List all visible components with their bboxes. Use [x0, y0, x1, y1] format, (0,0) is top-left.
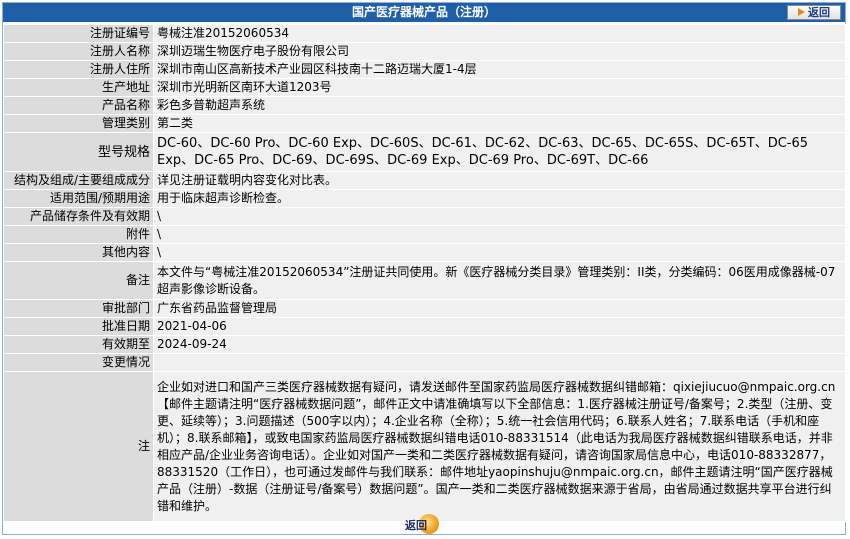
row-prod-address: 生产地址 深圳市光明新区南环大道1203号 — [3, 78, 846, 97]
back-button-bottom[interactable]: 返回 — [399, 514, 439, 534]
field-value: 用于临床超声诊断检查。 — [153, 189, 846, 208]
row-storage: 产品储存条件及有效期 \ — [3, 207, 846, 226]
field-label: 有效期至 — [3, 335, 154, 354]
row-registrant: 注册人名称 深圳迈瑞生物医疗电子股份有限公司 — [3, 42, 846, 61]
back-button-top-label: 返回 — [808, 6, 830, 19]
row-product-name: 产品名称 彩色多普勒超声系统 — [3, 96, 846, 115]
field-label: 附件 — [3, 225, 154, 244]
field-value: 第二类 — [153, 114, 846, 133]
field-label: 注册人住所 — [3, 60, 154, 79]
field-value: 2024-09-24 — [153, 335, 846, 354]
field-label: 注册证编号 — [3, 24, 154, 43]
row-note: 注 企业如对进口和国产三类医疗器械数据有疑问，请发送邮件至国家药监局医疗器械数据… — [3, 371, 846, 522]
field-label: 管理类别 — [3, 114, 154, 133]
back-button-bottom-label: 返回 — [405, 519, 427, 532]
field-value: 深圳迈瑞生物医疗电子股份有限公司 — [153, 42, 846, 61]
row-remarks: 备注 本文件与“粤械注准20152060534”注册证共同使用。新《医疗器械分类… — [3, 261, 846, 300]
field-label: 型号规格 — [3, 132, 154, 172]
field-label: 注册人名称 — [3, 42, 154, 61]
field-value: \ — [153, 225, 846, 244]
field-value: 深圳市光明新区南环大道1203号 — [153, 78, 846, 97]
field-label: 审批部门 — [3, 299, 154, 318]
field-label: 注 — [3, 371, 154, 522]
field-label: 生产地址 — [3, 78, 154, 97]
row-reg-address: 注册人住所 深圳市南山区高新技术产业园区科技南十二路迈瑞大厦1-4层 — [3, 60, 846, 79]
row-attachment: 附件 \ — [3, 225, 846, 244]
row-structure: 结构及组成/主要组成成分 详见注册证载明内容变化对比表。 — [3, 171, 846, 190]
field-label: 备注 — [3, 261, 154, 300]
field-value: 详见注册证载明内容变化对比表。 — [153, 171, 846, 190]
field-label: 适用范围/预期用途 — [3, 189, 154, 208]
field-value: \ — [153, 243, 846, 262]
row-approval-dept: 审批部门 广东省药品监督管理局 — [3, 299, 846, 318]
title-bar: 国产医疗器械产品（注册） 返回 — [3, 3, 845, 22]
field-label: 结构及组成/主要组成成分 — [3, 171, 154, 190]
arrow-right-icon — [798, 8, 805, 16]
field-value: 粤械注准20152060534 — [153, 24, 846, 43]
row-scope: 适用范围/预期用途 用于临床超声诊断检查。 — [3, 189, 846, 208]
field-label: 批准日期 — [3, 317, 154, 336]
field-value: \ — [153, 207, 846, 226]
field-value: DC-60、DC-60 Pro、DC-60 Exp、DC-60S、DC-61、D… — [153, 132, 846, 172]
row-reg-no: 注册证编号 粤械注准20152060534 — [3, 24, 846, 43]
field-label: 产品名称 — [3, 96, 154, 115]
field-value: 2021-04-06 — [153, 317, 846, 336]
row-approval-date: 批准日期 2021-04-06 — [3, 317, 846, 336]
note-text: 企业如对进口和国产三类医疗器械数据有疑问，请发送邮件至国家药监局医疗器械数据纠错… — [153, 371, 846, 522]
field-value: 深圳市南山区高新技术产业园区科技南十二路迈瑞大厦1-4层 — [153, 60, 846, 79]
info-table: 注册证编号 粤械注准20152060534 注册人名称 深圳迈瑞生物医疗电子股份… — [3, 24, 846, 522]
field-label: 变更情况 — [3, 353, 154, 372]
row-model-spec: 型号规格 DC-60、DC-60 Pro、DC-60 Exp、DC-60S、DC… — [3, 132, 846, 172]
field-value — [153, 353, 846, 372]
row-valid-until: 有效期至 2024-09-24 — [3, 335, 846, 354]
field-value: 本文件与“粤械注准20152060534”注册证共同使用。新《医疗器械分类目录》… — [153, 261, 846, 300]
row-changes: 变更情况 — [3, 353, 846, 372]
detail-panel: 国产医疗器械产品（注册） 返回 注册证编号 粤械注准20152060534 注册… — [2, 2, 846, 535]
field-value: 彩色多普勒超声系统 — [153, 96, 846, 115]
field-label: 其他内容 — [3, 243, 154, 262]
field-value: 广东省药品监督管理局 — [153, 299, 846, 318]
page-title: 国产医疗器械产品（注册） — [351, 5, 496, 19]
back-button-top[interactable]: 返回 — [787, 5, 841, 20]
field-label: 产品储存条件及有效期 — [3, 207, 154, 226]
row-mgmt-class: 管理类别 第二类 — [3, 114, 846, 133]
row-other: 其他内容 \ — [3, 243, 846, 262]
